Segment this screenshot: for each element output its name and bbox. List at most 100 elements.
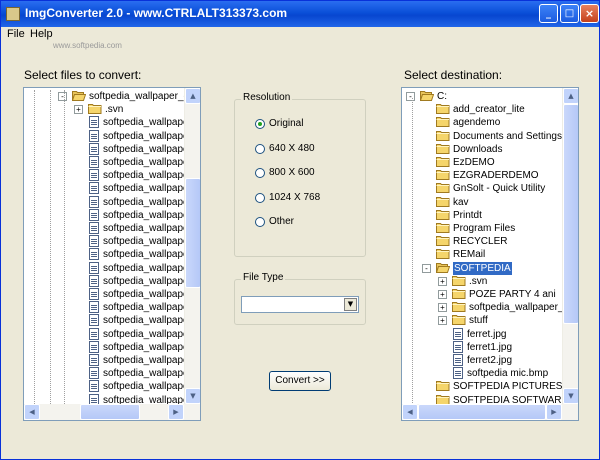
tree-row[interactable]: RECYCLER [402,235,562,248]
tree-row[interactable]: + stuff [402,314,562,327]
source-vertical-scrollbar[interactable]: ▲ ▼ [184,88,200,404]
tree-row[interactable]: softpedia_wallpaper_ [24,314,198,327]
folder-icon [436,394,450,405]
collapse-icon[interactable]: - [422,263,431,273]
tree-row[interactable]: softpedia_wallpaper_ [24,367,198,380]
radio-button[interactable] [255,217,265,227]
tree-row[interactable]: softpedia_wallpaper_ [24,380,198,393]
expand-icon[interactable]: + [438,276,447,286]
expand-icon[interactable]: + [438,290,447,299]
scroll-up-button[interactable]: ▲ [563,88,578,104]
file-icon [89,235,99,248]
tree-row[interactable]: softpedia_wallpaper_ [24,142,198,156]
source-horizontal-scrollbar[interactable]: ◀ ▶ [24,404,200,420]
tree-row[interactable]: GnSolt - Quick Utility [402,182,562,195]
scroll-right-button[interactable]: ▶ [168,404,184,420]
expand-icon[interactable]: + [438,303,447,313]
tree-row[interactable]: softpedia_wallpaper_ [24,354,198,367]
convert-button[interactable]: Convert >> [269,371,331,391]
tree-row[interactable]: EzDEMO [402,156,562,169]
folder-icon [436,116,450,128]
tree-row[interactable]: + softpedia_wallpaper_chri [402,301,578,314]
chevron-down-icon[interactable]: ▼ [344,298,357,311]
folder-icon [436,130,450,141]
tree-item-label: REMail [453,249,486,261]
tree-row[interactable]: - C: [402,90,562,103]
destination-horizontal-scrollbar[interactable]: ◀ ▶ [402,404,578,420]
tree-row[interactable]: agendemo [402,116,562,129]
scroll-thumb[interactable] [185,178,200,288]
watermark: www.softpedia.com [53,41,122,50]
file-icon [89,208,99,221]
scroll-right-button[interactable]: ▶ [546,404,562,420]
tree-row[interactable]: - SOFTPEDIA [402,261,562,275]
tree-row[interactable]: add_creator_lite [402,103,562,116]
tree-row[interactable]: softpedia_wallpaper_ [24,182,198,195]
menu-help[interactable]: Help [30,28,53,40]
scroll-left-button[interactable]: ◀ [24,404,40,420]
tree-row[interactable]: kav [402,196,562,209]
scroll-thumb[interactable] [418,404,546,420]
tree-row[interactable]: softpedia_wallpaper_ [24,222,198,235]
radio-label: 800 X 600 [269,167,315,178]
tree-row[interactable]: SOFTPEDIA PICTURES [402,380,562,393]
maximize-button[interactable]: □ [560,4,579,23]
tree-row[interactable]: softpedia_wallpaper_ [24,274,198,288]
title-bar[interactable]: ImgConverter 2.0 - www.CTRLALT313373.com… [1,1,599,27]
expand-icon[interactable]: + [74,105,83,115]
expand-icon[interactable]: + [438,316,447,326]
tree-row[interactable]: softpedia_wallpaper_ [24,169,198,182]
scroll-left-button[interactable]: ◀ [402,404,418,420]
minimize-button[interactable]: _ [539,4,558,23]
scroll-thumb[interactable] [80,404,140,420]
file-icon [89,129,99,142]
tree-row[interactable]: softpedia_wallpaper_ [24,116,198,129]
tree-row[interactable]: + .svn [402,275,562,288]
tree-row[interactable]: softpedia mic.bmp [402,367,562,380]
collapse-icon[interactable]: - [406,92,415,101]
radio-button[interactable] [255,119,265,129]
tree-row[interactable]: softpedia_wallpaper_ [24,235,198,248]
tree-row[interactable]: ferret1.jpg [402,340,562,354]
tree-row[interactable]: ferret2.jpg [402,354,562,367]
radio-button[interactable] [255,168,265,178]
tree-row[interactable]: EZGRADERDEMO [402,169,562,182]
tree-row[interactable]: + POZE PARTY 4 ani [402,288,562,301]
source-file-tree[interactable]: - softpedia_wallpaper_chri + .svn softpedia_… [23,87,201,421]
collapse-icon[interactable]: - [58,92,67,101]
folder-icon [436,248,450,260]
scroll-thumb[interactable] [563,104,578,324]
tree-row[interactable]: - softpedia_wallpaper_chri [24,90,200,103]
file-type-select[interactable]: ▼ [241,296,359,313]
radio-button[interactable] [255,143,265,154]
tree-row[interactable]: Documents and Settings [402,130,562,143]
tree-row[interactable]: + .svn [24,103,184,116]
destination-vertical-scrollbar[interactable]: ▲ ▼ [562,88,578,404]
tree-row[interactable]: Downloads [402,143,562,156]
tree-row[interactable]: Printdt [402,209,562,222]
scroll-down-button[interactable]: ▼ [563,388,578,404]
tree-row[interactable]: softpedia_wallpaper_ [24,129,198,143]
tree-row[interactable]: softpedia_wallpaper_ [24,327,198,341]
tree-row[interactable]: Program Files [402,222,562,235]
scroll-up-button[interactable]: ▲ [185,88,200,104]
window-title: ImgConverter 2.0 - www.CTRLALT313373.com [25,6,288,20]
tree-row[interactable]: softpedia_wallpaper_ [24,156,198,169]
tree-row[interactable]: softpedia_wallpaper_ [24,248,198,261]
tree-row[interactable]: softpedia_wallpaper_ [24,301,198,314]
radio-button[interactable] [255,192,265,203]
scroll-down-button[interactable]: ▼ [185,388,200,404]
close-button[interactable]: × [580,4,599,23]
tree-row[interactable]: softpedia_wallpaper_ [24,261,198,275]
file-icon [89,380,99,393]
tree-row[interactable]: softpedia_wallpaper_ [24,195,198,209]
folder-icon [436,103,450,115]
tree-row[interactable]: ferret.jpg [402,327,562,341]
tree-row[interactable]: softpedia_wallpaper_ [24,340,198,354]
destination-folder-tree[interactable]: - C: add_creator_lite agendemo Documents and… [401,87,579,421]
menu-file[interactable]: File [7,28,25,40]
tree-row[interactable]: REMail [402,248,562,261]
tree-row[interactable]: softpedia_wallpaper_ [24,288,198,301]
tree-row[interactable]: softpedia_wallpaper_ [24,208,198,222]
tree-item-label: .svn [105,104,124,116]
